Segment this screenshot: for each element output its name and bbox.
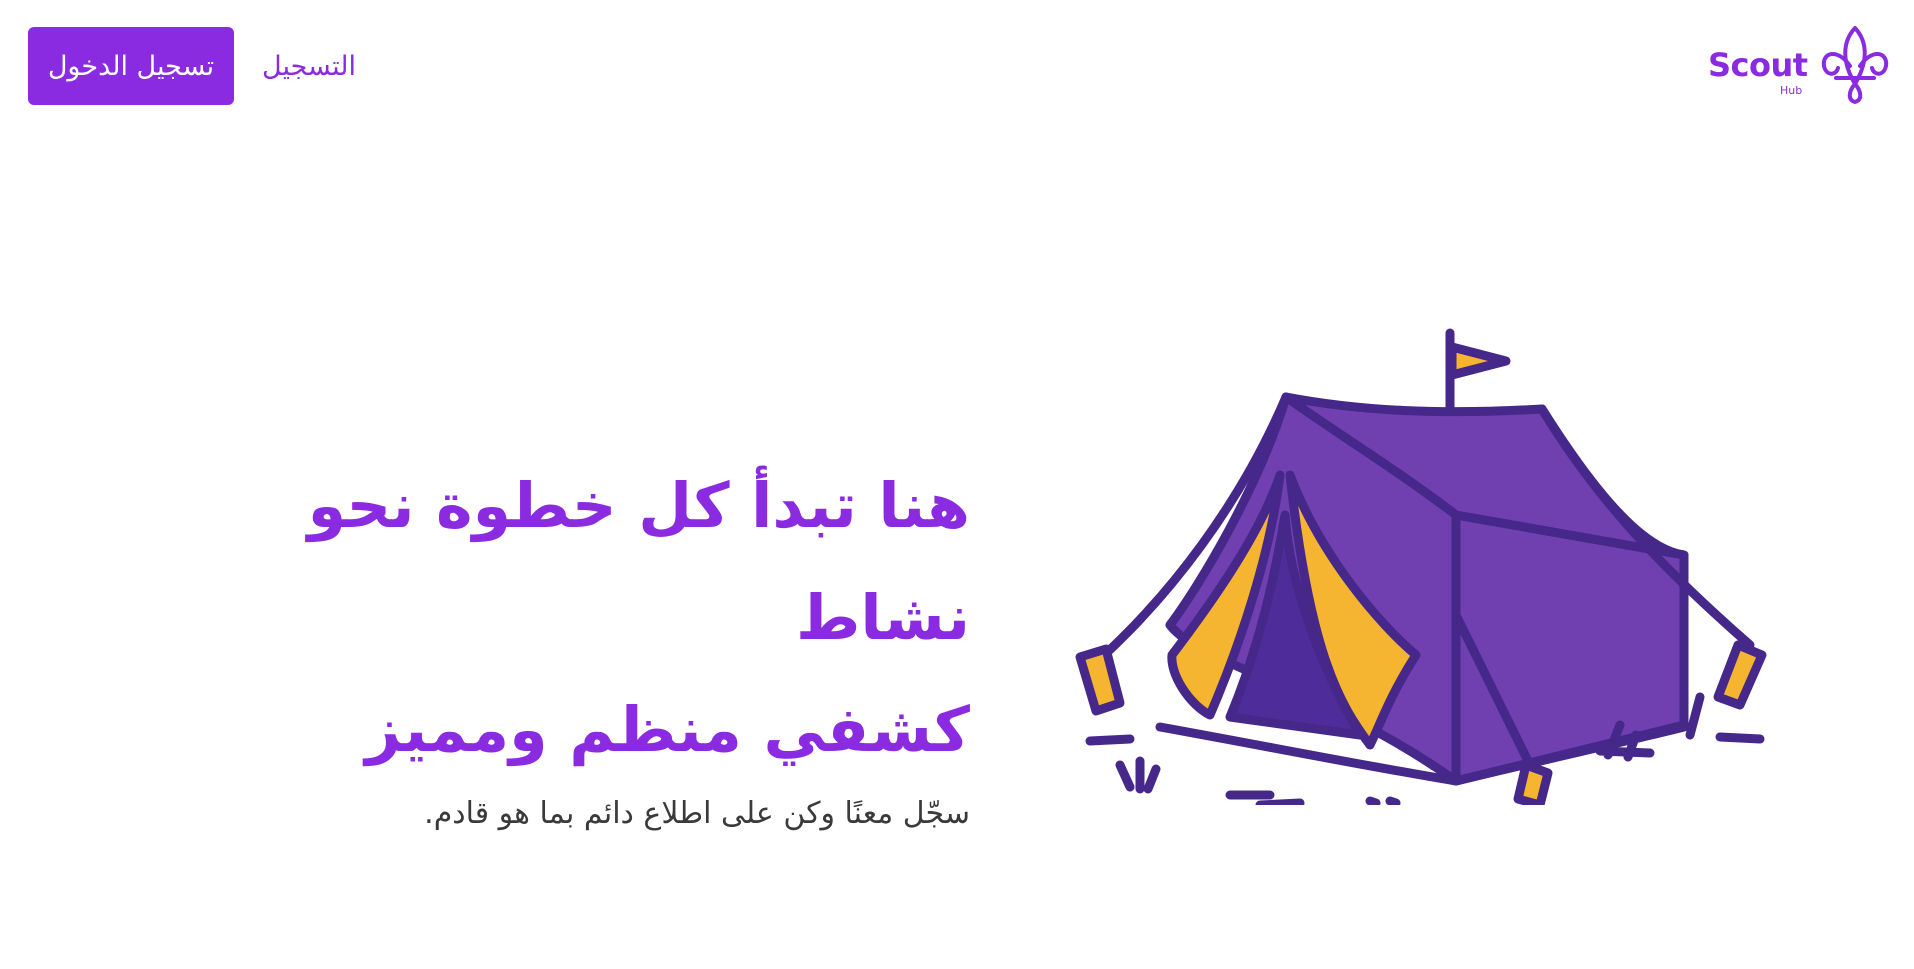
register-link[interactable]: التسجيل	[262, 46, 356, 86]
logo-subtitle: Hub	[1780, 84, 1803, 97]
top-navbar: تسجيل الدخول التسجيل Scout Hub	[0, 0, 1914, 130]
logo-wordmark: Scout	[1708, 46, 1808, 84]
fleur-de-lis-icon	[1821, 26, 1889, 104]
login-button[interactable]: تسجيل الدخول	[28, 27, 234, 105]
scout-hub-logo[interactable]: Scout Hub	[1708, 22, 1898, 108]
hero-title-line-2: كشفي منظم ومميز	[365, 693, 970, 766]
tent-illustration	[1075, 328, 1767, 805]
hero-title: هنا تبدأ كل خطوة نحو نشاط كشفي منظم وممي…	[140, 450, 970, 786]
hero-title-line-1: هنا تبدأ كل خطوة نحو نشاط	[307, 469, 970, 654]
hero-subtitle: سجّل معنًا وكن على اطلاع دائم بما هو قاد…	[424, 796, 970, 831]
hero-section: هنا تبدأ كل خطوة نحو نشاط كشفي منظم وممي…	[140, 450, 970, 834]
